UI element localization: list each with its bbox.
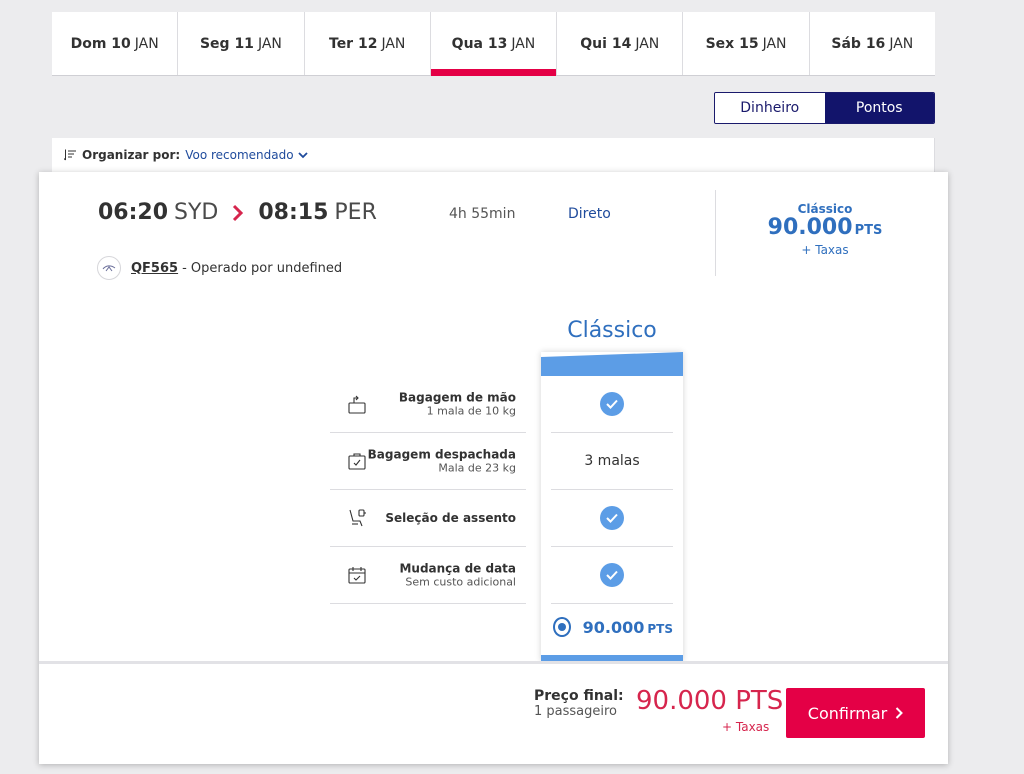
divider xyxy=(715,190,716,276)
date-tab-month: JAN xyxy=(762,35,787,52)
price-summary: Clássico 90.000 PTS + Taxas xyxy=(755,202,895,257)
booking-footer: Preço final: 1 passageiro 90.000 PTS + T… xyxy=(39,661,948,764)
flight-stops[interactable]: Direto xyxy=(568,206,611,222)
summary-amount-unit: PTS xyxy=(854,223,883,238)
checked-bag-value: 3 malas xyxy=(584,453,640,469)
fare-top-band xyxy=(541,352,683,376)
flight-card: 06:20 SYD 08:15 PER 4h 55min Direto Clás… xyxy=(39,172,948,764)
final-price-label: Preço final: 1 passageiro xyxy=(534,688,624,719)
date-tab-6[interactable]: Sáb 16 JAN xyxy=(810,12,935,75)
currency-toggle: Dinheiro Pontos xyxy=(714,92,935,124)
chevron-down-icon xyxy=(297,151,308,158)
arrive-time: 08:15 xyxy=(258,200,329,225)
check-icon xyxy=(600,563,624,587)
date-tab-month: JAN xyxy=(134,35,159,52)
airline-logo-icon xyxy=(97,256,121,280)
feature-row-seat: Seleção de assento xyxy=(330,490,526,547)
fare-class-title: Clássico xyxy=(567,318,657,343)
date-selector: Dom 10 JAN Seg 11 JAN Ter 12 JAN Qua 13 JAN … xyxy=(52,12,935,76)
depart-time: 06:20 xyxy=(98,200,169,225)
depart-airport: SYD xyxy=(174,200,219,225)
fare-cell-carry-on xyxy=(551,376,673,433)
chevron-right-icon xyxy=(233,204,244,221)
date-tab-4[interactable]: Qui 14 JAN xyxy=(557,12,684,75)
check-icon xyxy=(600,392,624,416)
feature-sub: Mala de 23 kg xyxy=(438,461,516,475)
date-tab-1[interactable]: Seg 11 JAN xyxy=(178,12,305,75)
date-tab-month: JAN xyxy=(257,35,282,52)
fare-price-value: 90.000 xyxy=(582,617,645,637)
sort-value: Voo recomendado xyxy=(185,148,294,162)
date-tab-month: JAN xyxy=(635,35,660,52)
feature-sub: 1 mala de 10 kg xyxy=(426,404,516,418)
passenger-count: 1 passageiro xyxy=(534,704,618,719)
date-tab-month: JAN xyxy=(381,35,406,52)
date-tab-month: JAN xyxy=(889,35,914,52)
feature-row-date-change: Mudança de data Sem custo adicional xyxy=(330,547,526,604)
date-tab-day: Qui 14 xyxy=(580,35,632,52)
fare-price: 90.000 PTS xyxy=(583,618,673,637)
feature-text: Bagagem de mão 1 mala de 10 kg xyxy=(399,391,516,418)
sort-dropdown[interactable]: Voo recomendado xyxy=(185,148,308,162)
fare-select-option[interactable]: 90.000 PTS xyxy=(551,605,673,649)
feature-row-carry-on: Bagagem de mão 1 mala de 10 kg xyxy=(330,376,526,433)
checked-bag-icon xyxy=(348,453,366,470)
summary-amount: 90.000 PTS xyxy=(755,216,895,243)
chevron-right-icon xyxy=(896,707,904,719)
check-icon xyxy=(600,506,624,530)
confirm-button[interactable]: Confirmar xyxy=(786,688,925,738)
date-tab-2[interactable]: Ter 12 JAN xyxy=(305,12,431,75)
fare-price-unit: PTS xyxy=(647,621,673,636)
date-tab-day: Seg 11 xyxy=(199,35,254,52)
final-price: 90.000 PTS xyxy=(636,686,784,716)
final-label: Preço final: xyxy=(534,688,624,704)
sort-label: Organizar por: xyxy=(82,148,181,162)
summary-amount-value: 90.000 xyxy=(767,215,853,240)
feature-text: Seleção de assento xyxy=(385,511,516,525)
date-tab-day: Qua 13 xyxy=(451,35,508,52)
fare-cell-seat xyxy=(551,490,673,547)
points-toggle-option[interactable]: Pontos xyxy=(824,93,934,123)
radio-selected-icon[interactable] xyxy=(553,617,571,637)
operated-by: - Operado por undefined xyxy=(182,260,343,276)
sort-bar: Organizar por: Voo recomendado xyxy=(52,138,935,172)
final-taxes: + Taxas xyxy=(722,720,770,734)
date-tab-0[interactable]: Dom 10 JAN xyxy=(52,12,179,75)
sort-icon xyxy=(64,149,76,161)
summary-taxes: + Taxas xyxy=(801,243,849,257)
date-tab-day: Dom 10 xyxy=(70,35,131,52)
confirm-label: Confirmar xyxy=(807,703,888,723)
seat-icon xyxy=(349,509,366,527)
date-tab-5[interactable]: Sex 15 JAN xyxy=(683,12,810,75)
feature-name: Seleção de assento xyxy=(385,511,516,525)
arrive-airport: PER xyxy=(334,200,377,225)
summary-class: Clássico xyxy=(797,202,853,216)
calendar-change-icon xyxy=(348,567,366,584)
feature-sub: Sem custo adicional xyxy=(405,575,516,589)
money-toggle-option[interactable]: Dinheiro xyxy=(715,93,825,123)
feature-text: Bagagem despachada Mala de 23 kg xyxy=(368,448,516,475)
fare-cell-checked-bag: 3 malas xyxy=(551,433,673,490)
date-tab-day: Sáb 16 xyxy=(831,35,886,52)
date-tab-day: Sex 15 xyxy=(705,35,759,52)
fare-cell-date-change xyxy=(551,547,673,604)
feature-name: Bagagem despachada xyxy=(367,447,516,462)
date-tab-month: JAN xyxy=(511,35,536,52)
feature-row-checked-bag: Bagagem despachada Mala de 23 kg xyxy=(330,433,526,490)
flight-duration: 4h 55min xyxy=(449,206,516,222)
feature-name: Bagagem de mão xyxy=(398,390,516,405)
date-tab-day: Ter 12 xyxy=(329,35,378,52)
flight-number-link[interactable]: QF565 xyxy=(131,261,178,276)
flight-info: QF565 - Operado por undefined xyxy=(97,256,342,280)
feature-text: Mudança de data Sem custo adicional xyxy=(399,562,516,589)
carry-on-bag-icon xyxy=(348,395,366,414)
date-tab-3-selected[interactable]: Qua 13 JAN xyxy=(430,12,558,76)
flight-times: 06:20 SYD 08:15 PER xyxy=(98,200,377,225)
feature-name: Mudança de data xyxy=(399,561,516,576)
